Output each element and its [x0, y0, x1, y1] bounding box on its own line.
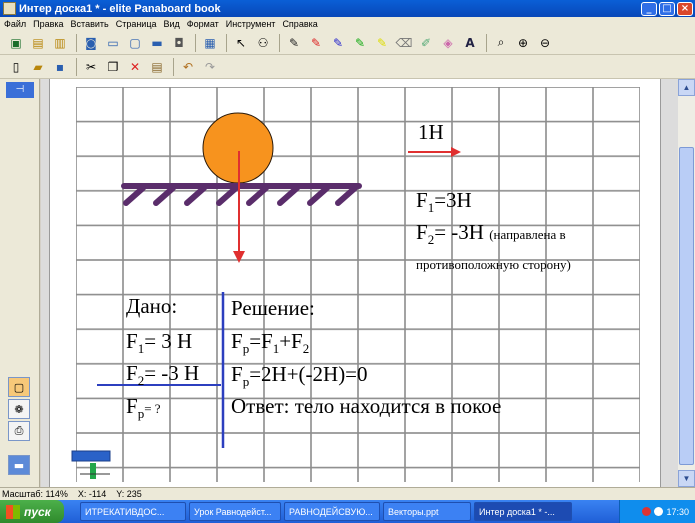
toolbar-edit: ▯ ▰ ▪ ✂ ❐ ✕ ▤ ↶ ↷	[0, 55, 695, 79]
zoom-out-icon[interactable]: ⊖	[535, 33, 555, 53]
canvas-area: 1Н F1=3Н F2= -3Н (направлена в противопо…	[41, 79, 678, 487]
new-page-icon[interactable]: ▣	[6, 33, 26, 53]
save-icon[interactable]: ▪	[50, 57, 70, 77]
solution-line-1: Fр=F1+F2	[231, 329, 310, 357]
side-panel: ⊣ ▢ ❁ ⎙ ▬	[0, 79, 40, 487]
solution-line-2: Fр=2Н+(-2Н)=0	[231, 362, 368, 390]
menu-file[interactable]: Файл	[4, 19, 26, 29]
whiteboard-page[interactable]: 1Н F1=3Н F2= -3Н (направлена в противопо…	[49, 79, 661, 487]
gallery-icon[interactable]: ❁	[8, 399, 30, 419]
highlighter-icon[interactable]: ✎	[372, 33, 392, 53]
pen-blue-icon[interactable]: ✎	[328, 33, 348, 53]
select-icon[interactable]: ↖	[231, 33, 251, 53]
given-fp: Fр= ?	[126, 394, 161, 422]
delete-icon[interactable]: ✕	[125, 57, 145, 77]
force-scale-label: 1Н	[418, 120, 444, 144]
scroll-thumb[interactable]	[679, 147, 694, 465]
windows-flag-icon	[6, 504, 20, 519]
screen-icon[interactable]: ▭	[103, 33, 123, 53]
menu-view[interactable]: Вид	[164, 19, 180, 29]
grid	[76, 87, 640, 482]
redo-icon[interactable]: ↷	[200, 57, 220, 77]
menu-bar: Файл Правка Вставить Страница Вид Формат…	[0, 17, 695, 31]
window-title: Интер доска1 * - elite Panaboard book	[19, 2, 221, 15]
status-bar: Масштаб: 114% X: -114 Y: 235	[0, 487, 695, 500]
cut-icon[interactable]: ✂	[81, 57, 101, 77]
camera-icon[interactable]: ◘	[169, 33, 189, 53]
text-icon[interactable]: A	[460, 33, 480, 53]
scroll-down-icon[interactable]: ▼	[678, 470, 695, 487]
undo-icon[interactable]: ↶	[178, 57, 198, 77]
given-f1: F1= 3 Н	[126, 329, 193, 357]
zoom-readout: Масштаб: 114%	[2, 489, 68, 499]
f1-line: F1=3Н	[416, 188, 472, 216]
window-icon[interactable]: ▢	[125, 33, 145, 53]
vertical-scrollbar[interactable]: ▲ ▼	[678, 79, 695, 487]
app-icon	[3, 2, 16, 15]
system-tray: 17:30	[619, 500, 695, 523]
given-title: Дано:	[126, 294, 178, 318]
menu-tools[interactable]: Инструмент	[226, 19, 276, 29]
zoom-icon[interactable]: ⌕	[491, 33, 511, 53]
capture-icon[interactable]: ◙	[81, 33, 101, 53]
taskbar-item[interactable]: Урок Равнодейст...	[189, 502, 281, 521]
y-coordinate: Y: 235	[116, 489, 142, 499]
pen-green-icon[interactable]: ✎	[350, 33, 370, 53]
pen-red-icon[interactable]: ✎	[306, 33, 326, 53]
x-coordinate: X: -114	[77, 489, 107, 499]
paste-icon[interactable]: ▤	[147, 57, 167, 77]
start-button[interactable]: пуск	[0, 500, 64, 523]
copy-icon[interactable]: ❐	[103, 57, 123, 77]
taskbar-item-active[interactable]: Интер доска1 * -...	[474, 502, 572, 521]
taskbar-item[interactable]: РАВНОДЕЙСВУЮ...	[284, 502, 380, 521]
tray-icon[interactable]	[642, 507, 652, 516]
open-folder-icon[interactable]: ▰	[28, 57, 48, 77]
menu-format[interactable]: Формат	[187, 19, 219, 29]
start-label: пуск	[24, 504, 51, 519]
multi-select-icon[interactable]: ⚇	[253, 33, 273, 53]
video-icon[interactable]: ▬	[147, 33, 167, 53]
new-document-icon[interactable]: ▯	[6, 57, 26, 77]
given-f2: F2= -3 Н	[126, 361, 200, 389]
toolbar-main: ▣ ▤ ▥ ◙ ▭ ▢ ▬ ◘ ▦ ↖ ⚇ ✎ ✎ ✎ ✎ ✎ ⌫ ✐ ◈ A …	[0, 31, 695, 55]
f2-line: F2= -3Н (направлена в противоположную ст…	[416, 220, 571, 273]
screen-mode-icon[interactable]: ▬	[8, 455, 30, 475]
clock: 17:30	[666, 506, 689, 517]
marker-icon[interactable]: ✐	[416, 33, 436, 53]
open-icon[interactable]: ▤	[28, 33, 48, 53]
attachments-icon[interactable]: ⎙	[8, 421, 30, 441]
answer-line: Ответ: тело находится в покое	[231, 394, 502, 418]
taskbar-item[interactable]: ИТРЕКАТИВДОС...	[80, 502, 186, 521]
present-icon[interactable]: ▦	[200, 33, 220, 53]
fill-icon[interactable]: ◈	[438, 33, 458, 53]
zoom-in-icon[interactable]: ⊕	[513, 33, 533, 53]
title-bar: Интер доска1 * - elite Panaboard book _ …	[0, 0, 695, 17]
maximize-button[interactable]: □	[659, 1, 675, 16]
close-button[interactable]: ×	[677, 1, 693, 16]
menu-help[interactable]: Справка	[282, 19, 317, 29]
taskbar: пуск ИТРЕКАТИВДОС... Урок Равнодейст... …	[0, 500, 695, 523]
eraser-icon[interactable]: ⌫	[394, 33, 414, 53]
pen-black-icon[interactable]: ✎	[284, 33, 304, 53]
import-icon[interactable]: ▥	[50, 33, 70, 53]
tray-icon[interactable]	[654, 507, 664, 516]
solution-title: Решение:	[231, 296, 315, 320]
menu-edit[interactable]: Правка	[33, 19, 63, 29]
pin-icon[interactable]: ⊣	[6, 82, 34, 98]
minimize-button[interactable]: _	[641, 1, 657, 16]
pages-panel-icon[interactable]: ▢	[8, 377, 30, 397]
menu-page[interactable]: Страница	[116, 19, 157, 29]
menu-insert[interactable]: Вставить	[71, 19, 109, 29]
scroll-up-icon[interactable]: ▲	[678, 79, 695, 96]
taskbar-item[interactable]: Векторы.ppt	[383, 502, 471, 521]
board-drawing	[71, 87, 640, 482]
